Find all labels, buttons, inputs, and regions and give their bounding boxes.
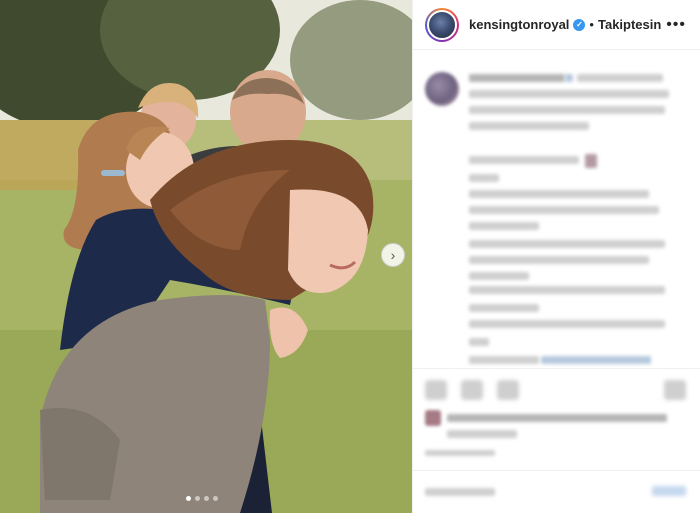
post-header: kensingtonroyal ✓ • Takiptesin ••• [413, 0, 700, 50]
post-actions [425, 380, 519, 400]
carousel-dot [186, 496, 191, 501]
photo-illustration [0, 0, 412, 513]
username-link[interactable]: kensingtonroyal [469, 17, 569, 32]
carousel-dot [204, 496, 209, 501]
liker-avatar [425, 410, 441, 426]
profile-avatar[interactable] [425, 7, 459, 42]
more-options-icon[interactable]: ••• [666, 16, 686, 34]
post-photo[interactable]: › [0, 0, 412, 513]
chevron-right-icon: › [390, 247, 396, 263]
caption-and-comments [413, 50, 700, 370]
like-icon[interactable] [425, 380, 447, 400]
carousel-dot [195, 496, 200, 501]
follow-status-button[interactable]: Takiptesin [598, 17, 661, 32]
caption-avatar-blurred [425, 72, 459, 106]
comment-divider [413, 470, 700, 471]
actions-divider [413, 368, 700, 369]
verified-badge-icon: ✓ [573, 18, 586, 31]
post-side-panel: kensingtonroyal ✓ • Takiptesin ••• [412, 0, 700, 513]
carousel-next-button[interactable]: › [381, 243, 405, 267]
post-comment-button[interactable] [652, 486, 686, 496]
header-separator: • [589, 17, 594, 32]
bookmark-icon[interactable] [664, 380, 686, 400]
carousel-dot [213, 496, 218, 501]
share-icon[interactable] [497, 380, 519, 400]
add-comment-input[interactable] [425, 488, 495, 496]
post-timestamp-blurred [425, 450, 495, 456]
carousel-dots [186, 496, 218, 501]
comment-icon[interactable] [461, 380, 483, 400]
likes-summary [425, 410, 689, 440]
